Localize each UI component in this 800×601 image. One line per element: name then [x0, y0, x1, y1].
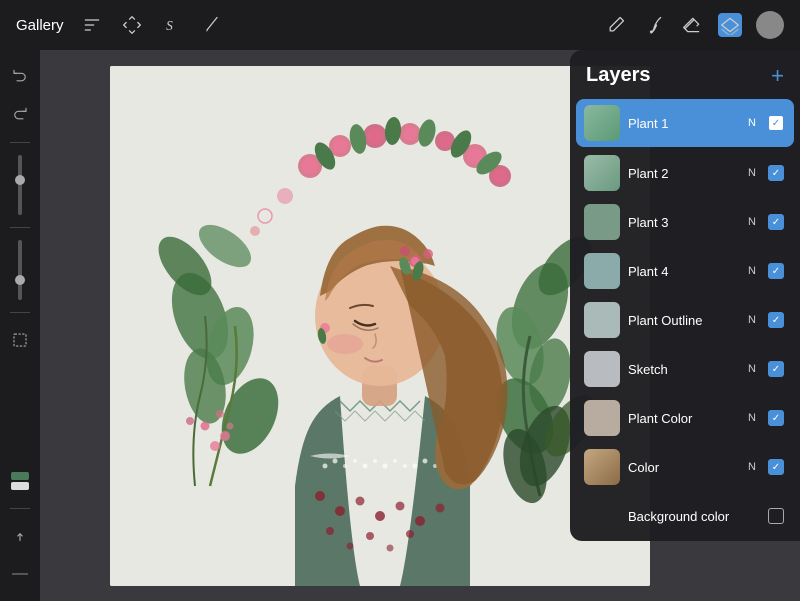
layer-mode: N	[748, 461, 756, 473]
layer-thumb-plant2	[584, 155, 620, 191]
divider-3	[10, 312, 30, 313]
divider-1	[10, 142, 30, 143]
layers-header: Layers +	[570, 50, 800, 97]
layer-thumb-plantcolor	[584, 400, 620, 436]
toolbar-right	[604, 11, 784, 39]
layer-thumb-plant4	[584, 253, 620, 289]
layer-item[interactable]: Plant Outline N	[576, 296, 794, 344]
toolbar: Gallery S	[0, 0, 800, 50]
layer-thumb-bg	[584, 498, 620, 534]
toolbar-left: Gallery S	[16, 13, 224, 37]
transform-icon[interactable]	[120, 13, 144, 37]
layer-thumb-outline	[584, 302, 620, 338]
layer-visibility-checkbox[interactable]	[768, 459, 784, 475]
adjust-icon[interactable]	[80, 13, 104, 37]
add-layer-button[interactable]: +	[771, 65, 784, 87]
brush-size-thumb	[15, 175, 25, 185]
layers-list: Plant 1 N Plant 2 N Plant 3 N Plant 4 N …	[570, 99, 800, 540]
layer-visibility-checkbox[interactable]	[768, 165, 784, 181]
layer-mode: N	[748, 314, 756, 326]
export-button[interactable]	[5, 521, 35, 551]
layer-mode: N	[748, 117, 756, 129]
pen-tool-icon[interactable]	[604, 13, 628, 37]
stylus-icon[interactable]	[200, 13, 224, 37]
eraser-icon[interactable]	[680, 13, 704, 37]
opacity-slider[interactable]	[18, 240, 22, 300]
svg-text:S: S	[166, 18, 173, 33]
opacity-thumb	[15, 275, 25, 285]
layer-visibility-checkbox[interactable]	[768, 361, 784, 377]
layer-name: Sketch	[628, 362, 740, 377]
selection-tool-button[interactable]	[5, 325, 35, 355]
layers-tool-icon[interactable]	[718, 13, 742, 37]
layers-title: Layers	[586, 64, 651, 87]
color-history-button[interactable]	[5, 466, 35, 496]
brush-size-slider[interactable]	[18, 155, 22, 215]
layer-name: Plant Color	[628, 411, 740, 426]
layer-name: Background color	[628, 509, 760, 524]
left-sidebar: —	[0, 50, 40, 601]
layer-name: Plant 1	[628, 116, 740, 131]
layer-name: Color	[628, 460, 740, 475]
layer-mode: N	[748, 216, 756, 228]
layer-visibility-checkbox[interactable]	[768, 410, 784, 426]
layer-mode: N	[748, 412, 756, 424]
layer-name: Plant Outline	[628, 313, 740, 328]
divider-2	[10, 227, 30, 228]
layer-item[interactable]: Sketch N	[576, 345, 794, 393]
layer-visibility-checkbox[interactable]	[768, 214, 784, 230]
undo-button[interactable]	[5, 62, 35, 92]
layer-visibility-checkbox[interactable]	[768, 508, 784, 524]
settings-button[interactable]: —	[5, 559, 35, 589]
layer-visibility-checkbox[interactable]	[768, 312, 784, 328]
ink-tool-icon[interactable]	[642, 13, 666, 37]
layer-thumb-color	[584, 449, 620, 485]
layer-mode: N	[748, 265, 756, 277]
layers-panel: Layers + Plant 1 N Plant 2 N Plant 3 N P…	[570, 50, 800, 541]
layer-name: Plant 4	[628, 264, 740, 279]
redo-button[interactable]	[5, 100, 35, 130]
divider-4	[10, 508, 30, 509]
layer-visibility-checkbox[interactable]	[768, 115, 784, 131]
layer-thumb-sketch	[584, 351, 620, 387]
layer-name: Plant 2	[628, 166, 740, 181]
layer-item[interactable]: Plant 2 N	[576, 149, 794, 197]
layer-item[interactable]: Background color	[576, 492, 794, 540]
gallery-button[interactable]: Gallery	[16, 17, 64, 34]
layer-item[interactable]: Plant Color N	[576, 394, 794, 442]
profile-button[interactable]	[756, 11, 784, 39]
selection-icon[interactable]: S	[160, 13, 184, 37]
layer-item[interactable]: Plant 1 N	[576, 99, 794, 147]
layer-name: Plant 3	[628, 215, 740, 230]
layer-item[interactable]: Plant 3 N	[576, 198, 794, 246]
layer-item[interactable]: Plant 4 N	[576, 247, 794, 295]
layer-mode: N	[748, 167, 756, 179]
layer-item[interactable]: Color N	[576, 443, 794, 491]
layer-thumb-plant3	[584, 204, 620, 240]
layer-thumb-plant1	[584, 105, 620, 141]
layer-visibility-checkbox[interactable]	[768, 263, 784, 279]
artwork-canvas[interactable]	[110, 66, 650, 586]
layer-mode: N	[748, 363, 756, 375]
